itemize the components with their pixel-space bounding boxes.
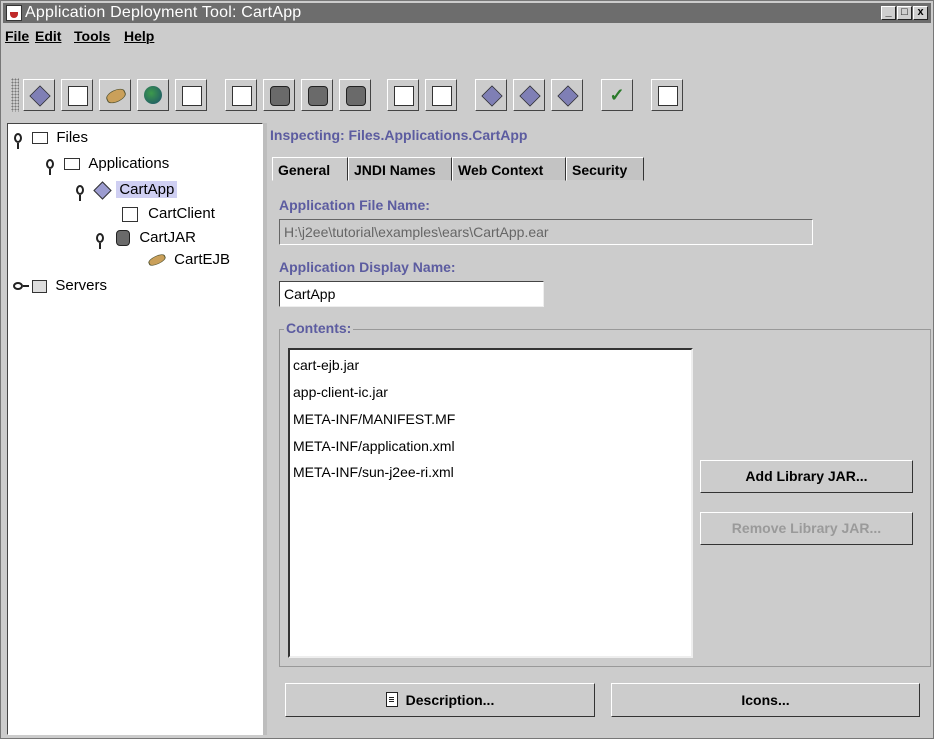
open-button[interactable] [387, 79, 419, 111]
tree-label-cartapp: CartApp [116, 181, 178, 198]
add-app-client-button[interactable] [225, 79, 257, 111]
description-button[interactable]: Description... [285, 683, 595, 717]
tab-security[interactable]: Security [566, 157, 644, 181]
maximize-button[interactable]: □ [897, 6, 912, 20]
new-web-component-icon [144, 86, 162, 104]
verify-button[interactable]: ✓ [601, 79, 633, 111]
new-enterprise-bean-icon [104, 86, 128, 106]
update-files-icon [557, 85, 579, 107]
tree-node-servers[interactable]: Servers [13, 276, 108, 296]
tree-pane[interactable]: Files Applications CartApp CartClient Ca… [7, 123, 263, 735]
collapse-handle-icon[interactable] [13, 282, 23, 291]
tree-node-cartclient[interactable]: CartClient [122, 204, 215, 224]
deploy-button[interactable] [475, 79, 507, 111]
new-application-button[interactable] [23, 79, 55, 111]
tree-node-cartjar[interactable]: CartJAR [96, 228, 197, 250]
tree-node-files[interactable]: Files [14, 128, 89, 150]
new-app-client-button[interactable] [61, 79, 93, 111]
inspector-pane: Inspecting: Files.Applications.CartApp G… [267, 123, 933, 735]
expand-handle-icon[interactable] [46, 159, 54, 176]
main-window: Application Deployment Tool: CartApp _ □… [0, 0, 934, 739]
descriptor-viewer-button[interactable] [651, 79, 683, 111]
new-connector-icon [182, 86, 202, 106]
remove-library-jar-button[interactable]: Remove Library JAR... [700, 512, 913, 545]
menu-file[interactable]: File [5, 28, 29, 44]
description-button-label: Description... [405, 692, 495, 708]
menu-edit[interactable]: Edit [35, 28, 61, 44]
add-ejb-jar-icon [270, 86, 290, 106]
application-display-name-label: Application Display Name: [279, 259, 456, 275]
folder-icon [64, 158, 81, 171]
tree-node-applications[interactable]: Applications [46, 154, 170, 176]
toolbar: ✓ [3, 69, 931, 121]
add-connector-rar-icon [346, 86, 366, 106]
menu-bar: File Edit Tools Help [3, 25, 931, 47]
title-bar[interactable]: Application Deployment Tool: CartApp _ □… [3, 3, 931, 23]
add-connector-rar-button[interactable] [339, 79, 371, 111]
tree-label-cartjar: CartJAR [139, 229, 197, 246]
application-display-name-field[interactable]: CartApp [279, 281, 544, 307]
open-icon [394, 86, 414, 106]
contents-label: Contents: [284, 320, 354, 336]
toolbar-grip[interactable] [11, 78, 19, 112]
window-title: Application Deployment Tool: CartApp [25, 4, 302, 21]
tree-label-applications: Applications [88, 155, 170, 172]
add-app-client-icon [232, 86, 252, 106]
new-app-client-icon [68, 86, 88, 106]
enterprise-bean-icon [147, 252, 167, 268]
icons-button[interactable]: Icons... [611, 683, 920, 717]
save-button[interactable] [425, 79, 457, 111]
application-icon [93, 180, 112, 200]
tree-node-cartapp[interactable]: CartApp [76, 180, 178, 202]
tab-general[interactable]: General [272, 157, 348, 181]
tree-label-cartejb: CartEJB [174, 251, 231, 268]
expand-handle-icon[interactable] [96, 233, 104, 250]
tree-label-files: Files [56, 129, 89, 146]
deploy-icon [481, 85, 503, 107]
server-icon [32, 279, 48, 293]
close-button[interactable]: x [913, 6, 928, 20]
add-web-war-button[interactable] [301, 79, 333, 111]
tab-web-context[interactable]: Web Context [452, 157, 566, 181]
tree-label-cartclient: CartClient [148, 205, 215, 222]
new-enterprise-bean-button[interactable] [99, 79, 131, 111]
contents-group: Contents: cart-ejb.jar app-client-ic.jar… [279, 320, 931, 667]
minimize-button[interactable]: _ [881, 6, 896, 20]
tab-jndi-names[interactable]: JNDI Names [348, 157, 452, 181]
folder-icon [32, 132, 49, 145]
application-file-name-label: Application File Name: [279, 197, 430, 213]
list-item[interactable]: META-INF/application.xml [293, 436, 455, 456]
ejb-jar-icon [116, 230, 131, 247]
add-library-jar-button[interactable]: Add Library JAR... [700, 460, 913, 493]
save-icon [432, 86, 452, 106]
new-web-component-button[interactable] [137, 79, 169, 111]
verify-icon: ✓ [609, 85, 625, 105]
list-item[interactable]: META-INF/sun-j2ee-ri.xml [293, 462, 454, 482]
new-application-icon [29, 85, 51, 107]
update-files-button[interactable] [551, 79, 583, 111]
list-item[interactable]: META-INF/MANIFEST.MF [293, 409, 455, 429]
list-item[interactable]: cart-ejb.jar [293, 355, 359, 375]
update-deploy-button[interactable] [513, 79, 545, 111]
list-item[interactable]: app-client-ic.jar [293, 382, 388, 402]
tree-node-cartejb[interactable]: CartEJB [147, 250, 231, 270]
application-file-name-field: H:\j2ee\tutorial\examples\ears\CartApp.e… [279, 219, 813, 245]
descriptor-viewer-icon [658, 86, 678, 106]
java-app-icon [6, 5, 22, 21]
add-ejb-jar-button[interactable] [263, 79, 295, 111]
contents-list[interactable]: cart-ejb.jar app-client-ic.jar META-INF/… [288, 348, 693, 658]
add-web-war-icon [308, 86, 328, 106]
expand-handle-icon[interactable] [76, 185, 84, 202]
menu-tools[interactable]: Tools [74, 28, 110, 44]
inspector-heading: Inspecting: Files.Applications.CartApp [270, 127, 528, 143]
menu-help[interactable]: Help [124, 28, 154, 44]
tree-label-servers: Servers [55, 277, 108, 294]
expand-handle-icon[interactable] [14, 133, 22, 150]
new-connector-button[interactable] [175, 79, 207, 111]
app-client-icon [122, 206, 138, 222]
document-icon [385, 692, 398, 707]
update-deploy-icon [519, 85, 541, 107]
